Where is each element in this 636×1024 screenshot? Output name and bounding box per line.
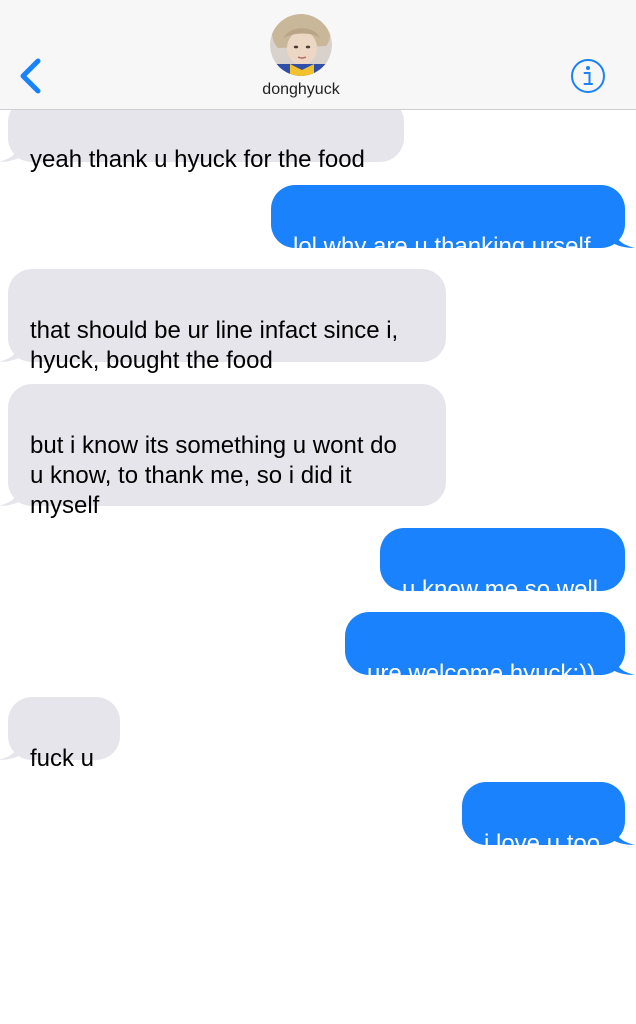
message-text: yeah thank u hyuck for the food	[30, 146, 365, 173]
message-text: that should be ur line infact since i, h…	[30, 317, 399, 374]
conversation-header: donghyuck	[0, 0, 636, 110]
bubble-tail-icon	[0, 740, 22, 760]
message-bubble-received[interactable]: that should be ur line infact since i, h…	[0, 269, 446, 374]
contact-name[interactable]: donghyuck	[0, 81, 602, 99]
info-icon	[571, 59, 605, 93]
message-bubble-sent[interactable]: ure welcome hyuck:))	[345, 612, 635, 687]
message-bubble-received[interactable]: but i know its something u wont do u kno…	[0, 384, 446, 519]
bubble-tail-icon	[611, 655, 635, 675]
bubble-tail-icon	[611, 825, 635, 845]
message-bubble-sent[interactable]: i love u too	[462, 782, 635, 857]
contact-photo	[270, 14, 332, 76]
message-text: ure welcome hyuck:))	[367, 660, 596, 687]
message-bubble-sent[interactable]: lol why are u thanking urself	[271, 185, 635, 260]
message-bubble-received[interactable]: fuck u	[0, 697, 120, 772]
imessage-conversation: yeah thank u hyuck for the food lol why …	[0, 0, 636, 1024]
bubble-tail-icon	[0, 486, 22, 506]
message-bubble-sent[interactable]: u know me so well	[380, 528, 625, 603]
bubble-tail-icon	[0, 142, 22, 162]
avatar[interactable]	[270, 14, 332, 76]
message-text: but i know its something u wont do u kno…	[30, 432, 397, 519]
message-text: i love u too	[484, 830, 601, 857]
bubble-tail-icon	[611, 228, 635, 248]
bubble-tail-icon	[0, 342, 22, 362]
info-button[interactable]	[570, 58, 606, 94]
message-text: fuck u	[30, 745, 95, 772]
message-text: lol why are u thanking urself	[293, 233, 591, 260]
message-text: u know me so well	[402, 576, 599, 603]
